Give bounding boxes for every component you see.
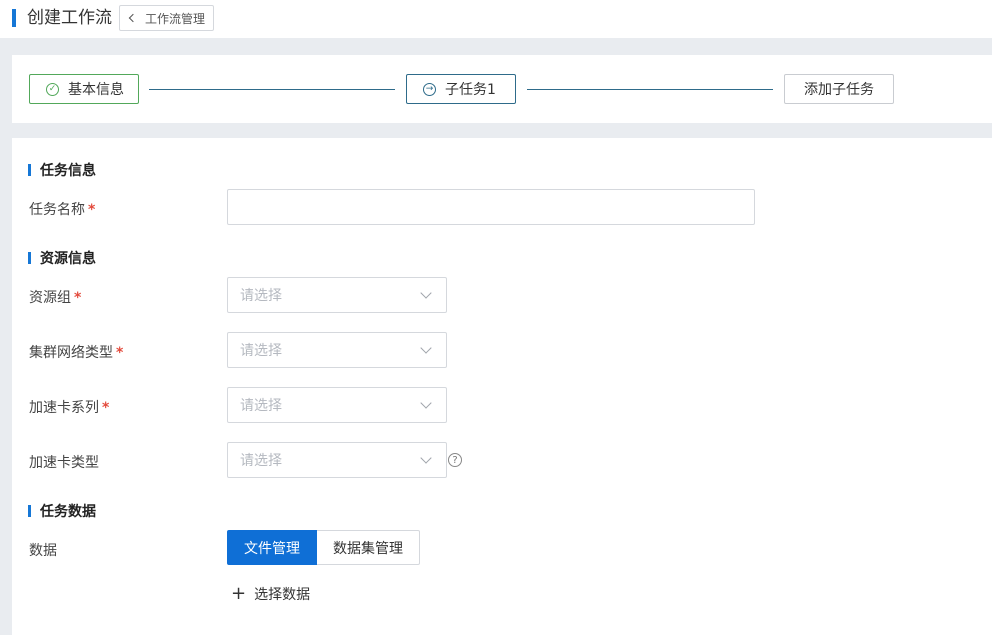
add-subtask-button[interactable]: 添加子任务 xyxy=(784,74,894,104)
accel-type-label: 加速卡类型 xyxy=(29,455,99,471)
page-title: 创建工作流 xyxy=(27,8,112,28)
back-button-label: 工作流管理 xyxy=(145,11,206,26)
section-resource-info: 资源信息 xyxy=(28,248,96,268)
accel-series-label: 加速卡系列 * xyxy=(29,400,110,416)
data-source-tabs: 文件管理 数据集管理 xyxy=(227,530,420,565)
network-type-select[interactable]: 请选择 xyxy=(227,332,447,368)
task-form: 任务信息 任务名称 * 资源信息 资源组 * 请选择 集群网络类型 * 请选择 加速卡… xyxy=(12,138,992,635)
add-subtask-label: 添加子任务 xyxy=(804,82,874,98)
data-label: 数据 xyxy=(29,543,57,559)
chevron-left-icon xyxy=(128,13,138,23)
step-subtask-1-label: 子任务1 xyxy=(445,82,496,98)
select-placeholder: 请选择 xyxy=(240,453,282,469)
arrow-circle-icon: → xyxy=(423,82,436,96)
select-placeholder: 请选择 xyxy=(240,343,282,359)
chevron-down-icon xyxy=(420,342,432,354)
step-connector xyxy=(527,89,773,90)
chevron-down-icon xyxy=(420,397,432,409)
section-task-info: 任务信息 xyxy=(28,160,96,180)
chevron-down-icon xyxy=(420,287,432,299)
accel-type-select[interactable]: 请选择 xyxy=(227,442,447,478)
help-icon[interactable]: ? xyxy=(448,453,462,467)
select-placeholder: 请选择 xyxy=(240,288,282,304)
step-bar: ✓ 基本信息 → 子任务1 添加子任务 xyxy=(12,55,992,123)
plus-icon: + xyxy=(231,583,247,604)
select-data-button[interactable]: + 选择数据 xyxy=(231,584,310,604)
section-task-data: 任务数据 xyxy=(28,501,96,521)
step-basic-info-label: 基本信息 xyxy=(68,82,124,98)
resource-group-select[interactable]: 请选择 xyxy=(227,277,447,313)
task-name-label: 任务名称 * xyxy=(29,202,96,218)
task-name-input[interactable] xyxy=(227,189,755,225)
step-basic-info[interactable]: ✓ 基本信息 xyxy=(29,74,139,104)
accel-series-select[interactable]: 请选择 xyxy=(227,387,447,423)
select-data-label: 选择数据 xyxy=(254,587,311,603)
resource-group-label: 资源组 * xyxy=(29,290,82,306)
select-placeholder: 请选择 xyxy=(240,398,282,414)
back-to-workflow-button[interactable]: 工作流管理 xyxy=(119,5,215,31)
tab-dataset-management[interactable]: 数据集管理 xyxy=(317,530,420,565)
title-accent-bar xyxy=(12,9,16,27)
step-subtask-1[interactable]: → 子任务1 xyxy=(406,74,516,104)
tab-file-management[interactable]: 文件管理 xyxy=(227,530,317,565)
top-header: 创建工作流 工作流管理 xyxy=(0,0,992,38)
network-type-label: 集群网络类型 * xyxy=(29,345,124,361)
step-connector xyxy=(149,89,395,90)
check-circle-icon: ✓ xyxy=(46,82,59,96)
chevron-down-icon xyxy=(420,452,432,464)
